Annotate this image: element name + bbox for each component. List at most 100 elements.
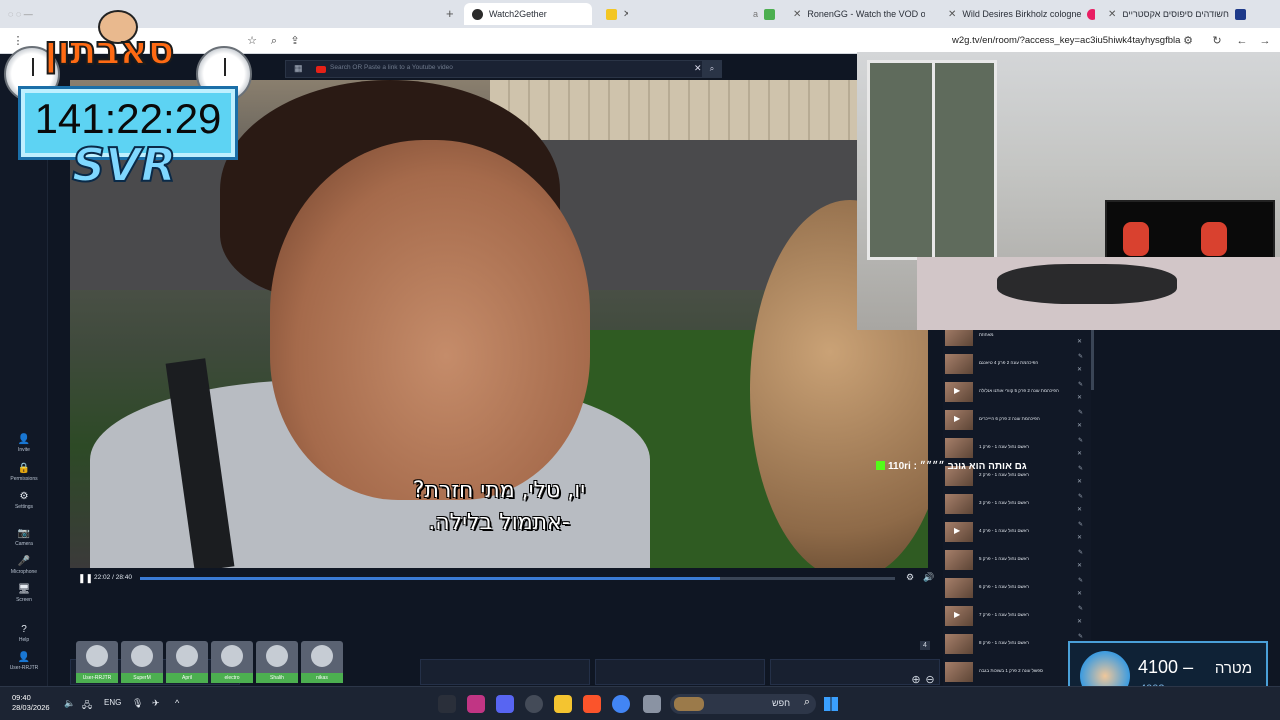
rail-invite[interactable]: 👤 Invite <box>0 434 48 453</box>
edit-icon[interactable]: ✎ <box>1078 493 1083 500</box>
webcam-scene-controller <box>1201 222 1227 256</box>
playlist-item[interactable]: ראשם נחול עונה 1 - פרק 6 ✎ ✕ <box>945 576 1085 602</box>
taskbar-app-brave-icon[interactable] <box>583 695 601 713</box>
remove-icon[interactable]: ✕ <box>1077 478 1082 485</box>
drone-icon[interactable]: ✈ <box>152 698 160 709</box>
youtube-icon <box>316 66 326 73</box>
progress-bar[interactable] <box>140 577 895 580</box>
playlist-item[interactable]: ראשם נחול עונה 1 - פרק 8✎✕ <box>945 632 1085 658</box>
taskbar-app-media-icon[interactable] <box>525 695 543 713</box>
rail-screen[interactable]: 🖥 Screen <box>0 584 48 603</box>
tab-hebrew[interactable]: ✕ חשודהים סיפוסים אקסטריים <box>1100 3 1280 25</box>
rail-microphone[interactable]: 🎤 Microphone <box>0 556 48 575</box>
search-icon[interactable]: ⌕ <box>702 60 722 78</box>
rail-help[interactable]: ? Help <box>0 624 48 643</box>
remove-icon[interactable]: ✕ <box>1077 618 1082 625</box>
taskbar-app-instagram-icon[interactable] <box>467 695 485 713</box>
playlist-scrollbar[interactable] <box>1091 328 1094 390</box>
edit-icon[interactable]: ✎ <box>1078 577 1083 584</box>
taskbar-app-folder-icon[interactable] <box>554 695 572 713</box>
forward-icon[interactable]: → <box>1257 33 1273 49</box>
settings-icon[interactable]: ⚙ <box>906 572 914 583</box>
remove-icon[interactable]: ✕ <box>1077 394 1082 401</box>
taskbar-app-discord-icon[interactable] <box>496 695 514 713</box>
microphone-icon[interactable]: 🎙 <box>132 698 143 709</box>
rail-label: Help <box>18 637 30 643</box>
edit-icon[interactable]: ✎ <box>1078 605 1083 612</box>
playlist-item[interactable]: הפיכהמת עונה 2 פרק 6 היייכרים ✎ ✕ <box>945 408 1085 434</box>
gear-icon: ⚙ <box>19 491 29 502</box>
windows-start-icon[interactable] <box>824 697 838 711</box>
network-icon[interactable]: 🖧 <box>82 698 92 714</box>
zoom-icon[interactable]: ⌕ <box>266 33 282 49</box>
edit-icon[interactable]: ✎ <box>1078 353 1083 360</box>
new-tab-button[interactable]: + <box>446 6 454 21</box>
reload-icon[interactable]: ↻ <box>1209 33 1225 49</box>
apps-grid-icon[interactable]: ▦ <box>294 63 303 74</box>
rail-camera[interactable]: 📷 Camera <box>0 528 48 547</box>
playlist-item-title: ראשם נחול עונה 1 - פרק 3 <box>979 500 1029 505</box>
share-icon[interactable]: ⇪ <box>287 33 303 49</box>
taskbar-clock[interactable]: 09:40 28/03/2026 <box>12 693 50 713</box>
rail-permissions[interactable]: 🔒 Permissions <box>0 463 48 482</box>
clear-icon[interactable]: ✕ <box>694 63 702 74</box>
volume-icon[interactable]: 🔊 <box>923 572 934 583</box>
taskbar-app-window-icon[interactable] <box>643 695 661 713</box>
user-tile[interactable]: SuperM <box>121 641 163 683</box>
tab-wild-desires[interactable]: ✕ Wild Desires Birkholz cologne <box>940 3 1095 25</box>
playlist-item[interactable]: הפיכהמת עונה 2 פרק 5 קוורי אותנו אנלולה ✎… <box>945 380 1085 406</box>
playlist-item[interactable]: הפיכהמת עונה 2 פרק 4 טיאנגם ✎ ✕ <box>945 352 1085 378</box>
remove-icon[interactable]: ✕ <box>1077 506 1082 513</box>
playlist-item[interactable]: ראשם נחול עונה 1 - פרק 5 ✎ ✕ <box>945 548 1085 574</box>
taskbar-search[interactable]: חפש ⌕ <box>670 694 816 714</box>
close-icon[interactable]: ✕ <box>1108 9 1116 20</box>
users-area: User-RRJTR SuperM April electro Shalih n… <box>70 635 940 685</box>
playlist-item[interactable]: ספשל עונה 2 פרק 1 בשוכות בגבה✎✕ <box>945 660 1085 686</box>
language-indicator[interactable]: ENG <box>104 698 121 707</box>
user-tile[interactable]: Shalih <box>256 641 298 683</box>
edit-icon[interactable]: ✎ <box>1078 633 1083 640</box>
remove-icon[interactable]: ✕ <box>1077 338 1082 345</box>
taskbar-app-chrome-icon[interactable] <box>612 695 630 713</box>
url-text[interactable]: w2g.tv/en/room/?access_key=ac3iu5hiwk4ta… <box>952 35 1180 46</box>
tab-ronengg[interactable]: ✕ RonenGG - Watch the VOD on <box>785 3 925 25</box>
user-tile[interactable]: nikas <box>301 641 343 683</box>
edit-icon[interactable]: ✎ <box>1078 381 1083 388</box>
close-icon[interactable]: ✕ <box>948 9 956 20</box>
user-slot <box>595 659 765 685</box>
remove-icon[interactable]: ✕ <box>1077 422 1082 429</box>
rail-settings[interactable]: ⚙ Settings <box>0 491 48 510</box>
remove-icon[interactable]: ✕ <box>1077 534 1082 541</box>
edit-icon[interactable]: ✎ <box>1078 549 1083 556</box>
edit-icon[interactable]: ✎ <box>1078 521 1083 528</box>
video-search-bar[interactable]: ▦ Search OR Paste a link to a Youtube vi… <box>285 60 722 78</box>
playlist-item[interactable]: ראשם נחול עונה 1 - פרק 1 ✎ ✕ <box>945 436 1085 462</box>
volume-icon[interactable]: 🔈 <box>64 698 75 709</box>
remove-icon[interactable]: ✕ <box>1077 590 1082 597</box>
pause-icon[interactable]: ❚❚ <box>78 573 93 584</box>
chevron-up-icon[interactable]: ^ <box>175 698 179 708</box>
close-icon[interactable]: ✕ <box>793 9 801 20</box>
search-input[interactable]: Search OR Paste a link to a Youtube vide… <box>330 64 453 71</box>
close-icon[interactable]: ✕ <box>623 9 628 20</box>
remove-icon[interactable]: ✕ <box>1077 450 1082 457</box>
site-settings-icon[interactable]: ⚙ <box>1180 33 1196 49</box>
rail-user[interactable]: 👤 User-RRJTR <box>0 652 48 671</box>
playlist-item[interactable]: מאחוזת ✎ ✕ <box>945 328 1085 350</box>
playlist-item[interactable]: ראשם נחול עונה 1 - פרק 7 ✎ ✕ <box>945 604 1085 630</box>
taskbar-app-obs-icon[interactable] <box>438 695 456 713</box>
tab-watch2gether[interactable]: Watch2Gether <box>464 3 592 25</box>
playlist-item[interactable]: ראשם נחול עונה 1 - פרק 3 ✎ ✕ <box>945 492 1085 518</box>
remove-icon[interactable]: ✕ <box>1077 562 1082 569</box>
tab-collapsed[interactable]: a <box>745 3 775 25</box>
edit-icon[interactable]: ✎ <box>1078 409 1083 416</box>
tab-w[interactable]: ✕ <box>598 3 628 25</box>
back-icon[interactable]: ← <box>1234 33 1250 49</box>
playlist-item[interactable]: ראשם נחול עונה 1 - פרק 4 ✎ ✕ <box>945 520 1085 546</box>
user-tile[interactable]: electro <box>211 641 253 683</box>
remove-icon[interactable]: ✕ <box>1077 366 1082 373</box>
edit-icon[interactable]: ✎ <box>1078 465 1083 472</box>
user-tile[interactable]: User-RRJTR <box>76 641 118 683</box>
user-tile[interactable]: April <box>166 641 208 683</box>
edit-icon[interactable]: ✎ <box>1078 437 1083 444</box>
